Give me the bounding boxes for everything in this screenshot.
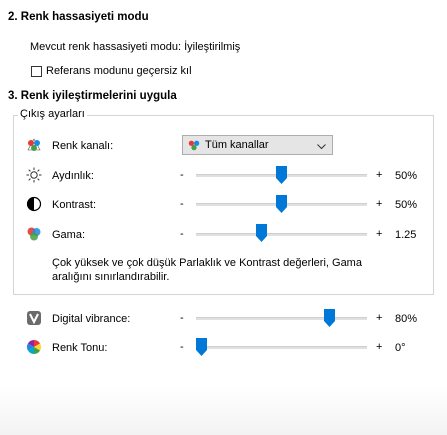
vibrance-value: 80% <box>395 313 418 325</box>
gamma-value: 1.25 <box>395 229 417 241</box>
note-line-2: aralığını sınırlandırabilir. <box>52 271 170 283</box>
override-checkbox-label: Referans modunu geçersiz kıl <box>46 65 192 77</box>
brightness-minus: - <box>180 169 184 181</box>
gamma-label: Gama: <box>52 229 86 241</box>
vibrance-icon <box>26 310 42 326</box>
color-wheel-icon <box>26 339 42 355</box>
channel-dropdown-value: Tüm kanallar <box>205 139 269 151</box>
section-3-title: 3. Renk iyileştirmelerini uygula <box>8 90 177 102</box>
vibrance-slider-track[interactable] <box>196 317 367 320</box>
hue-slider-thumb[interactable] <box>196 338 207 356</box>
rgb-circles-icon <box>26 226 42 242</box>
contrast-plus: + <box>376 198 383 210</box>
gamma-slider-track[interactable] <box>196 233 367 236</box>
note-line-1: Çok yüksek ve çok düşük Parlaklık ve Kon… <box>52 257 362 269</box>
contrast-value: 50% <box>395 199 418 211</box>
hue-plus: + <box>376 341 383 353</box>
hue-slider-track[interactable] <box>196 346 367 349</box>
channel-dropdown[interactable]: Tüm kanallar <box>182 135 333 155</box>
brightness-label: Aydınlık: <box>52 170 94 182</box>
hue-value: 0° <box>395 342 406 354</box>
sun-icon <box>26 167 42 183</box>
vibrance-minus: - <box>180 312 184 324</box>
channel-label: Renk kanalı: <box>52 140 114 152</box>
gamma-slider-thumb[interactable] <box>256 224 267 242</box>
hue-minus: - <box>180 341 184 353</box>
brightness-slider-thumb[interactable] <box>276 166 287 184</box>
brightness-plus: + <box>376 169 383 181</box>
dropdown-channel-icon <box>187 138 201 155</box>
brightness-value: 50% <box>395 170 418 182</box>
contrast-circle-icon <box>26 196 42 212</box>
contrast-minus: - <box>180 198 184 210</box>
override-checkbox-row[interactable]: Referans modunu geçersiz kıl <box>31 65 192 77</box>
vibrance-plus: + <box>376 312 383 324</box>
current-mode-text: Mevcut renk hassasiyeti modu: İyileştiri… <box>30 41 241 53</box>
section-2-title: 2. Renk hassasiyeti modu <box>8 11 149 23</box>
chevron-down-icon <box>317 141 326 153</box>
panel-bottom-area <box>0 385 447 435</box>
output-settings-group-label: Çıkış ayarları <box>18 108 87 120</box>
gamma-minus: - <box>180 228 184 240</box>
override-checkbox[interactable] <box>31 65 42 77</box>
rgb-triangle-icon <box>26 137 42 153</box>
gamma-plus: + <box>376 228 383 240</box>
vibrance-slider-thumb[interactable] <box>324 309 335 327</box>
contrast-label: Kontrast: <box>52 199 97 211</box>
contrast-slider-thumb[interactable] <box>276 195 287 213</box>
hue-label: Renk Tonu: <box>52 342 108 354</box>
vibrance-label: Digital vibrance: <box>52 313 131 325</box>
